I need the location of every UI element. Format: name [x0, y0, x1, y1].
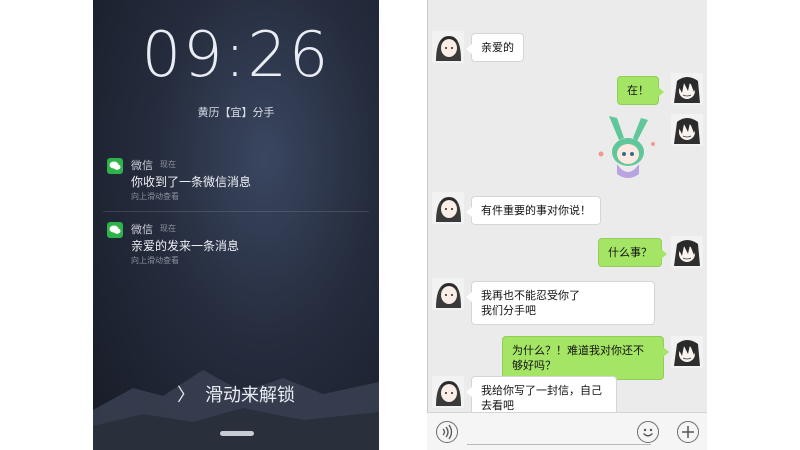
avatar-other[interactable] — [432, 31, 464, 63]
avatar-other[interactable] — [432, 278, 464, 310]
lock-time: 09:26 — [141, 18, 331, 91]
notification-message: 你收到了一条微信消息 — [131, 175, 252, 189]
notification-app-name: 微信 — [131, 223, 153, 236]
avatar-me[interactable] — [671, 114, 703, 146]
emoji-button[interactable] — [637, 421, 659, 443]
avatar-me[interactable] — [671, 73, 703, 105]
chat-bubble-me[interactable]: 在！ — [617, 76, 664, 105]
notification-app-name: 微信 — [131, 159, 153, 172]
message-line: 我再也不能忍受你了 — [481, 289, 580, 302]
chat-bubble-other[interactable]: 有件重要的事对你说！ — [466, 196, 601, 225]
wechat-icon — [107, 158, 123, 174]
chat-bubble-other[interactable]: 我再也不能忍受你了 我们分手吧 — [466, 281, 655, 325]
home-indicator[interactable] — [220, 431, 254, 436]
chat-bubble-other[interactable]: 亲爱的 — [466, 33, 524, 62]
divider — [427, 0, 428, 450]
chevron-right-icon: 〉 — [177, 385, 195, 406]
avatar-me[interactable] — [671, 336, 703, 368]
notification-hint: 向上滑动查看 — [131, 256, 179, 265]
avatar-other[interactable] — [432, 376, 464, 408]
slide-to-unlock[interactable]: 〉滑动来解锁 — [93, 381, 379, 407]
calendar-line: 黄历【宜】分手 — [197, 106, 275, 119]
message-line: 去看吧 — [481, 399, 514, 412]
unlock-label: 滑动来解锁 — [205, 385, 295, 406]
voice-button[interactable] — [436, 421, 458, 443]
message-line: 我给你写了一封信，自己 — [481, 384, 602, 397]
avatar-other[interactable] — [432, 192, 464, 224]
voice-icon — [442, 424, 453, 440]
chat-input-bar — [427, 412, 707, 450]
chat-window: 亲爱的 在！ 有件重要的事对你说！ 什么事？ 我再也不能忍受你了 我们分手吧 为… — [427, 0, 707, 450]
notification-message: 亲爱的发来一条消息 — [131, 239, 240, 253]
plus-button[interactable] — [677, 421, 699, 443]
message-line: 为什么？！难道我对你还不 — [512, 344, 644, 357]
wechat-icon — [107, 222, 123, 238]
emoji-icon — [643, 428, 653, 437]
lock-screen: 09:26 黄历【宜】分手 微信 现在 你收到了一条微信消息 向上滑动查看 微信… — [93, 0, 379, 450]
notification-2[interactable]: 微信 现在 亲爱的发来一条消息 向上滑动查看 — [103, 220, 369, 276]
notification-time: 现在 — [160, 160, 176, 169]
chat-bubble-me[interactable]: 什么事？ — [598, 238, 667, 267]
avatar-me[interactable] — [671, 236, 703, 268]
message-line: 够好吗？ — [512, 359, 556, 372]
message-line: 我们分手吧 — [481, 304, 536, 317]
divider — [103, 211, 369, 212]
notification-hint: 向上滑动查看 — [131, 192, 179, 201]
sticker-bunny-girl[interactable] — [595, 114, 659, 182]
chat-bubble-me[interactable]: 为什么？！难道我对你还不 够好吗？ — [502, 336, 669, 380]
message-input[interactable] — [467, 423, 651, 445]
notification-1[interactable]: 微信 现在 你收到了一条微信消息 向上滑动查看 — [103, 156, 369, 212]
notification-time: 现在 — [160, 224, 176, 233]
plus-icon — [682, 426, 694, 438]
